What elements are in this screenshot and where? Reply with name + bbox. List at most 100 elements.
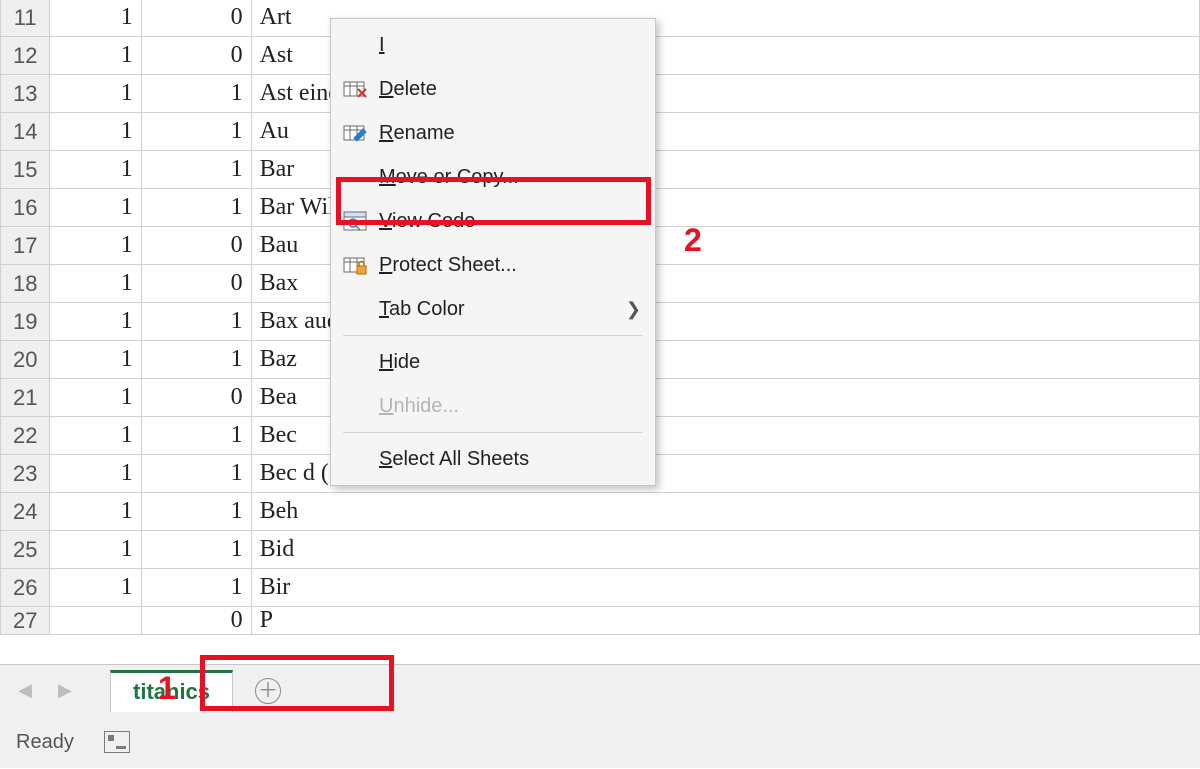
cell[interactable]: 1	[141, 75, 251, 113]
cell[interactable]: 1	[50, 265, 141, 303]
cell[interactable]: 0	[141, 379, 251, 417]
row-header[interactable]: 16	[1, 189, 50, 227]
cell[interactable]: 1	[50, 569, 141, 607]
menu-label: Select All Sheets	[379, 448, 641, 471]
tab-nav-arrows[interactable]: ◀ ▶	[0, 680, 90, 701]
cell[interactable]: 0	[141, 0, 251, 37]
new-sheet-button[interactable]: ＋	[255, 678, 281, 704]
blank-icon	[343, 446, 379, 472]
row-header[interactable]: 24	[1, 493, 50, 531]
cell[interactable]: 1	[50, 341, 141, 379]
cell[interactable]: 1	[50, 0, 141, 37]
menu-delete[interactable]: Delete	[331, 67, 655, 111]
cell[interactable]: 1	[141, 303, 251, 341]
menu-unhide: Unhide...	[331, 384, 655, 428]
row-header[interactable]: 25	[1, 531, 50, 569]
view-code-icon	[343, 208, 379, 234]
cell[interactable]: 1	[50, 303, 141, 341]
cell[interactable]: 1	[141, 493, 251, 531]
menu-label: Delete	[379, 78, 641, 101]
row-header[interactable]: 17	[1, 227, 50, 265]
menu-insert[interactable]: I	[331, 23, 655, 67]
cell[interactable]: 1	[50, 75, 141, 113]
menu-hide[interactable]: Hide	[331, 340, 655, 384]
plus-icon: ＋	[258, 681, 278, 701]
cell[interactable]: 1	[50, 37, 141, 75]
menu-label: Unhide...	[379, 395, 641, 418]
cell[interactable]: 1	[141, 417, 251, 455]
cell[interactable]: 1	[50, 227, 141, 265]
menu-label: Rename	[379, 122, 641, 145]
cell[interactable]: 0	[141, 37, 251, 75]
chevron-right-icon[interactable]: ▶	[58, 680, 72, 701]
blank-icon	[343, 393, 379, 419]
row-header[interactable]: 18	[1, 265, 50, 303]
menu-tab-color[interactable]: Tab Color ❯	[331, 287, 655, 331]
cell[interactable]	[50, 607, 141, 635]
chevron-left-icon[interactable]: ◀	[18, 680, 32, 701]
row-header[interactable]: 26	[1, 569, 50, 607]
annotation-label-1: 1	[158, 670, 176, 707]
cell[interactable]: 0	[141, 227, 251, 265]
cell[interactable]: 1	[141, 341, 251, 379]
cell[interactable]: 1	[141, 113, 251, 151]
rename-sheet-icon	[343, 120, 379, 146]
menu-protect-sheet[interactable]: Protect Sheet...	[331, 243, 655, 287]
row-header[interactable]: 27	[1, 607, 50, 635]
menu-label: Tab Color	[379, 298, 626, 321]
blank-icon	[343, 296, 379, 322]
cell[interactable]: P	[251, 607, 1199, 635]
cell[interactable]: 0	[141, 607, 251, 635]
cell[interactable]: 1	[50, 151, 141, 189]
menu-separator	[343, 335, 643, 336]
row-header[interactable]: 22	[1, 417, 50, 455]
macro-record-icon[interactable]	[104, 731, 130, 753]
menu-label: Move or Copy...	[379, 166, 641, 189]
menu-view-code[interactable]: View Code	[331, 199, 655, 243]
row-header[interactable]: 20	[1, 341, 50, 379]
cell[interactable]: 1	[50, 189, 141, 227]
cell[interactable]: Bir	[251, 569, 1199, 607]
row-header[interactable]: 14	[1, 113, 50, 151]
cell[interactable]: 1	[50, 379, 141, 417]
cell[interactable]: 1	[50, 531, 141, 569]
blank-icon	[343, 349, 379, 375]
row-header[interactable]: 15	[1, 151, 50, 189]
row-header[interactable]: 13	[1, 75, 50, 113]
blank-icon	[343, 164, 379, 190]
cell[interactable]: 1	[141, 531, 251, 569]
row-header[interactable]: 21	[1, 379, 50, 417]
cell[interactable]: 1	[50, 417, 141, 455]
cell[interactable]: Beh	[251, 493, 1199, 531]
menu-label: View Code	[379, 210, 641, 233]
cell[interactable]: 1	[141, 569, 251, 607]
cell[interactable]: 0	[141, 265, 251, 303]
cell[interactable]: 1	[50, 493, 141, 531]
row-header[interactable]: 12	[1, 37, 50, 75]
sheet-tab-context-menu: I Delete Rename Move or Copy... View Cod…	[330, 18, 656, 486]
menu-label: I	[379, 34, 641, 57]
annotation-label-2: 2	[684, 222, 702, 259]
cell[interactable]: 1	[50, 455, 141, 493]
submenu-arrow-icon: ❯	[626, 299, 641, 320]
menu-label: Hide	[379, 351, 641, 374]
cell[interactable]: 1	[141, 151, 251, 189]
row-header[interactable]: 23	[1, 455, 50, 493]
menu-select-all-sheets[interactable]: Select All Sheets	[331, 437, 655, 481]
row-header[interactable]: 19	[1, 303, 50, 341]
protect-sheet-icon	[343, 252, 379, 278]
cell[interactable]: 1	[50, 113, 141, 151]
menu-rename[interactable]: Rename	[331, 111, 655, 155]
delete-sheet-icon	[343, 76, 379, 102]
menu-separator	[343, 432, 643, 433]
cell[interactable]: Bid	[251, 531, 1199, 569]
cell[interactable]: 1	[141, 455, 251, 493]
status-bar: Ready	[0, 716, 1200, 768]
row-header[interactable]: 11	[1, 0, 50, 37]
cell[interactable]: 1	[141, 189, 251, 227]
blank-icon	[343, 32, 379, 58]
sheet-tab-bar: ◀ ▶ titanics ＋	[0, 664, 1200, 716]
status-ready: Ready	[16, 731, 74, 754]
menu-label: Protect Sheet...	[379, 254, 641, 277]
menu-move-or-copy[interactable]: Move or Copy...	[331, 155, 655, 199]
